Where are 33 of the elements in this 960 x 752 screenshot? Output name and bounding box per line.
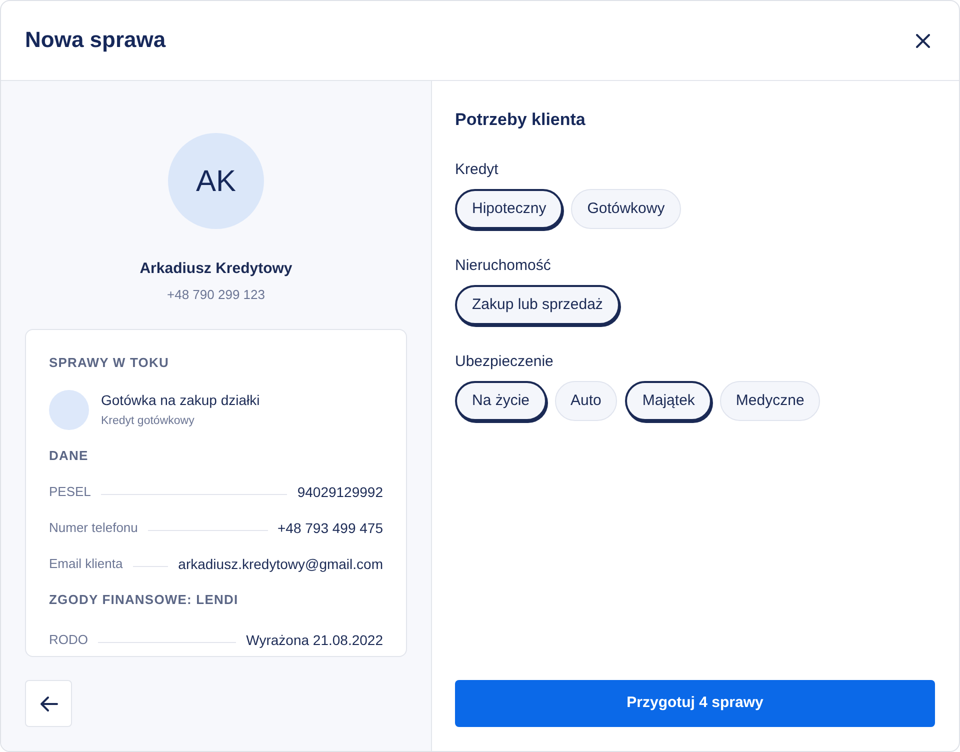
case-title: Gotówka na zakup działki	[101, 391, 260, 409]
option-chip[interactable]: Hipoteczny	[455, 189, 564, 229]
case-subtitle: Kredyt gotówkowy	[101, 414, 196, 429]
dialog-title: Nowa sprawa	[25, 27, 166, 54]
client-phone: +48 790 299 123	[167, 286, 265, 304]
section-heading: SPRAWY W TOKU	[49, 354, 169, 372]
client-name: Arkadiusz Kredytowy	[140, 259, 292, 279]
field-label: PESEL	[49, 483, 91, 502]
option-chip[interactable]: Majątek	[625, 381, 712, 421]
option-chip[interactable]: Auto	[554, 381, 618, 421]
section-title: Potrzeby klienta	[455, 109, 586, 131]
submit-button[interactable]: Przygotuj 4 sprawy	[455, 680, 935, 727]
arrow-left-icon	[40, 696, 58, 712]
option-chip[interactable]: Gotówkowy	[571, 189, 681, 229]
group-label: Kredyt	[455, 160, 500, 180]
case-avatar-icon	[49, 390, 89, 430]
option-chip[interactable]: Na życie	[455, 381, 547, 421]
section-heading: DANE	[49, 447, 88, 466]
option-chip[interactable]: Medyczne	[720, 381, 820, 421]
back-button[interactable]	[25, 680, 72, 727]
avatar-initials: AK	[168, 133, 264, 229]
option-chip[interactable]: Zakup lub sprzedaż	[455, 285, 620, 325]
field-value: Wyrażona 21.08.2022	[246, 630, 383, 650]
field-value: +48 793 499 475	[278, 518, 383, 538]
section-heading: ZGODY FINANSOWE: LENDI	[49, 591, 238, 610]
field-label: Email klienta	[49, 555, 123, 574]
field-label: Numer telefonu	[49, 519, 138, 538]
field-label: RODO	[49, 631, 88, 650]
field-value: 94029129992	[297, 482, 383, 502]
group-label: Ubezpieczenie	[455, 352, 554, 372]
field-value: arkadiusz.kredytowy@gmail.com	[178, 554, 383, 574]
close-icon	[916, 34, 930, 48]
group-label: Nieruchomość	[455, 256, 552, 276]
